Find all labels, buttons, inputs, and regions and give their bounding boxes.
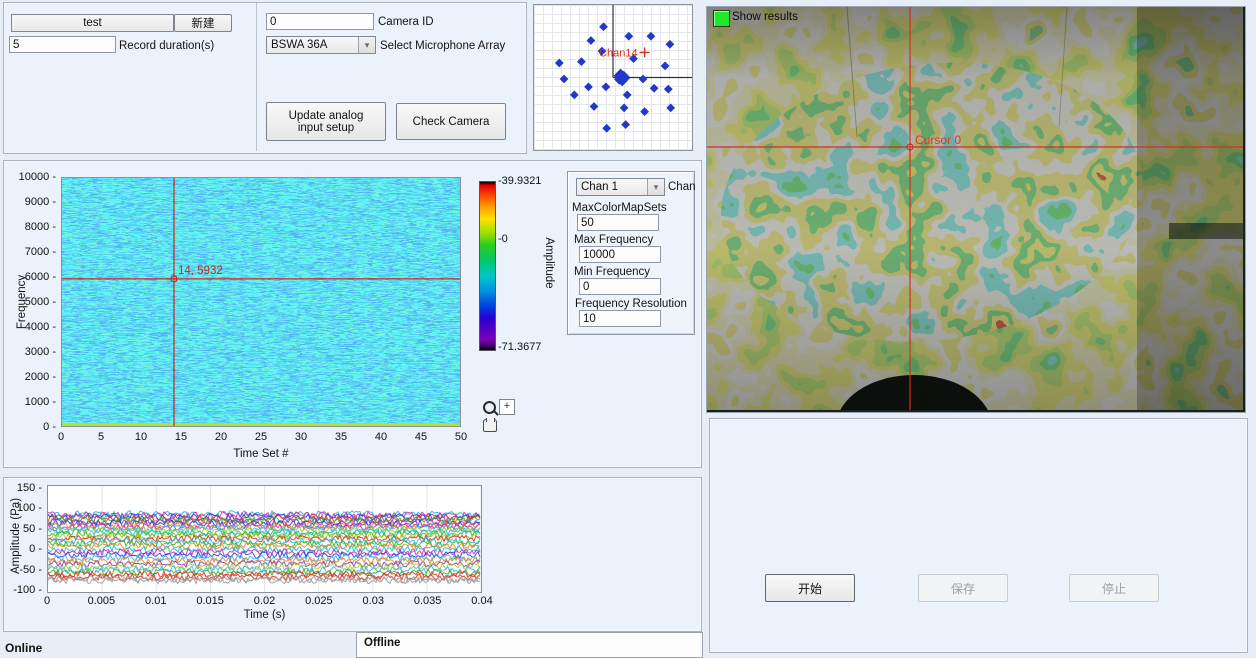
colorbar-mid-label: -0 [498,233,508,245]
axis-tick-label: 50 [455,431,467,443]
zoom-mode-icon[interactable]: + [499,399,515,415]
axis-tick-label: -100 [6,584,42,596]
waveform-panel: Amplitude (Pa) 150100500-50-100 00.0050.… [3,477,702,632]
axis-tick-label: 40 [375,431,387,443]
axis-tick-label: 1000 [14,396,56,408]
max-frequency-input[interactable] [579,246,661,263]
axis-tick-label: 0.01 [145,595,166,607]
mic-array-label: Select Microphone Array [380,40,505,52]
axis-tick-label: 0.02 [254,595,275,607]
axis-tick-label: 35 [335,431,347,443]
setup-panel: test 新建 Record duration(s) Camera ID BSW… [3,2,527,154]
stop-button[interactable]: 停止 [1069,574,1159,602]
axis-tick-label: 0 [6,543,42,555]
axis-tick-label: 3000 [14,346,56,358]
axis-tick-label: 20 [215,431,227,443]
mic-array-scatter: Chan14 [534,5,692,150]
axis-tick-label: 2000 [14,371,56,383]
show-results-label: Show results [732,11,798,23]
waveform-x-axis-label: Time (s) [47,609,482,621]
channel-label: Chan [668,181,696,193]
colorbar[interactable] [479,181,496,351]
axis-tick-label: 9000 [14,196,56,208]
record-duration-input[interactable] [9,36,116,53]
panel-divider [256,3,257,151]
online-status-label: Online [5,641,42,655]
start-button[interactable]: 开始 [765,574,855,602]
axis-tick-label: 100 [6,502,42,514]
axis-tick-label: 150 [6,482,42,494]
spectrogram-dc-row [62,423,460,426]
dropdown-chevron-icon[interactable]: ▾ [647,179,664,195]
image-cursor-label: Cursor 0 [915,133,961,147]
channel-value: Chan 1 [577,181,647,193]
axis-tick-label: 50 [6,523,42,535]
dropdown-chevron-icon[interactable]: ▾ [358,37,375,53]
colorbar-title: Amplitude [543,223,555,303]
project-name-field[interactable]: test [11,14,174,32]
project-name-value: test [12,17,173,29]
frequency-resolution-input[interactable] [579,310,661,327]
axis-tick-label: 45 [415,431,427,443]
axis-tick-label: 10 [135,431,147,443]
zoom-tool-icon[interactable] [483,401,496,414]
axis-tick-label: 0.015 [196,595,224,607]
axis-tick-label: 8000 [14,221,56,233]
axis-tick-label: 15 [175,431,187,443]
mic-cursor-label: Chan14 [599,47,638,59]
min-frequency-label: Min Frequency [574,266,650,278]
record-duration-label: Record duration(s) [119,40,214,52]
colorbar-min-label: -71.3677 [498,341,541,353]
camera-result-view[interactable]: Show results Cursor 0 [706,6,1246,413]
mic-array-value: BSWA 36A [267,39,358,51]
save-button[interactable]: 保存 [918,574,1008,602]
max-colormap-label: MaxColorMapSets [572,202,667,214]
spectrogram-x-axis-label: Time Set # [61,448,461,460]
axis-tick-label: 0 [58,431,64,443]
update-analog-input-button[interactable]: Update analog input setup [266,102,386,141]
axis-tick-label: 0 [44,595,50,607]
max-colormap-input[interactable] [577,214,659,231]
channel-dropdown[interactable]: Chan 1 ▾ [576,178,665,196]
mic-array-plot[interactable]: Chan14 [533,4,693,151]
frequency-resolution-label: Frequency Resolution [575,298,687,310]
axis-tick-label: 30 [295,431,307,443]
axis-tick-label: 4000 [14,321,56,333]
new-project-button[interactable]: 新建 [174,14,232,32]
axis-tick-label: 0 [14,421,56,433]
axis-tick-label: -50 [6,564,42,576]
pan-tool-icon[interactable] [483,419,497,432]
axis-tick-label: 0.035 [414,595,442,607]
check-camera-button[interactable]: Check Camera [396,103,506,140]
max-frequency-label: Max Frequency [574,234,653,246]
axis-tick-label: 10000 [14,171,56,183]
axis-tick-label: 6000 [14,271,56,283]
camera-id-input[interactable] [266,13,374,30]
waveform-plot[interactable] [47,485,482,593]
wall-shadow-overlay [1137,7,1243,410]
axis-tick-label: 25 [255,431,267,443]
axis-tick-label: 0.03 [363,595,384,607]
mic-array-dropdown[interactable]: BSWA 36A ▾ [266,36,376,54]
app-window: test 新建 Record duration(s) Camera ID BSW… [0,0,1256,658]
offline-status-indicator: Offline [356,632,703,658]
spectrogram-plot[interactable]: 14, 5932 [61,177,461,427]
camera-id-label: Camera ID [378,16,434,28]
analysis-controls-cluster: Chan 1 ▾ Chan MaxColorMapSets Max Freque… [567,171,695,335]
axis-tick-label: 0.005 [88,595,116,607]
axis-tick-label: 7000 [14,246,56,258]
action-panel: 开始 保存 停止 [709,418,1248,653]
spectrogram-cursor-readout: 14, 5932 [178,265,223,277]
vent-object [1169,223,1243,239]
axis-tick-label: 0.025 [305,595,333,607]
spectrogram-panel: Frequency 100009000800070006000500040003… [3,160,702,468]
axis-tick-label: 5 [98,431,104,443]
show-results-checkbox[interactable] [713,10,730,27]
min-frequency-input[interactable] [579,278,661,295]
axis-tick-label: 0.04 [471,595,492,607]
colorbar-max-label: -39.9321 [498,175,541,187]
axis-tick-label: 5000 [14,296,56,308]
